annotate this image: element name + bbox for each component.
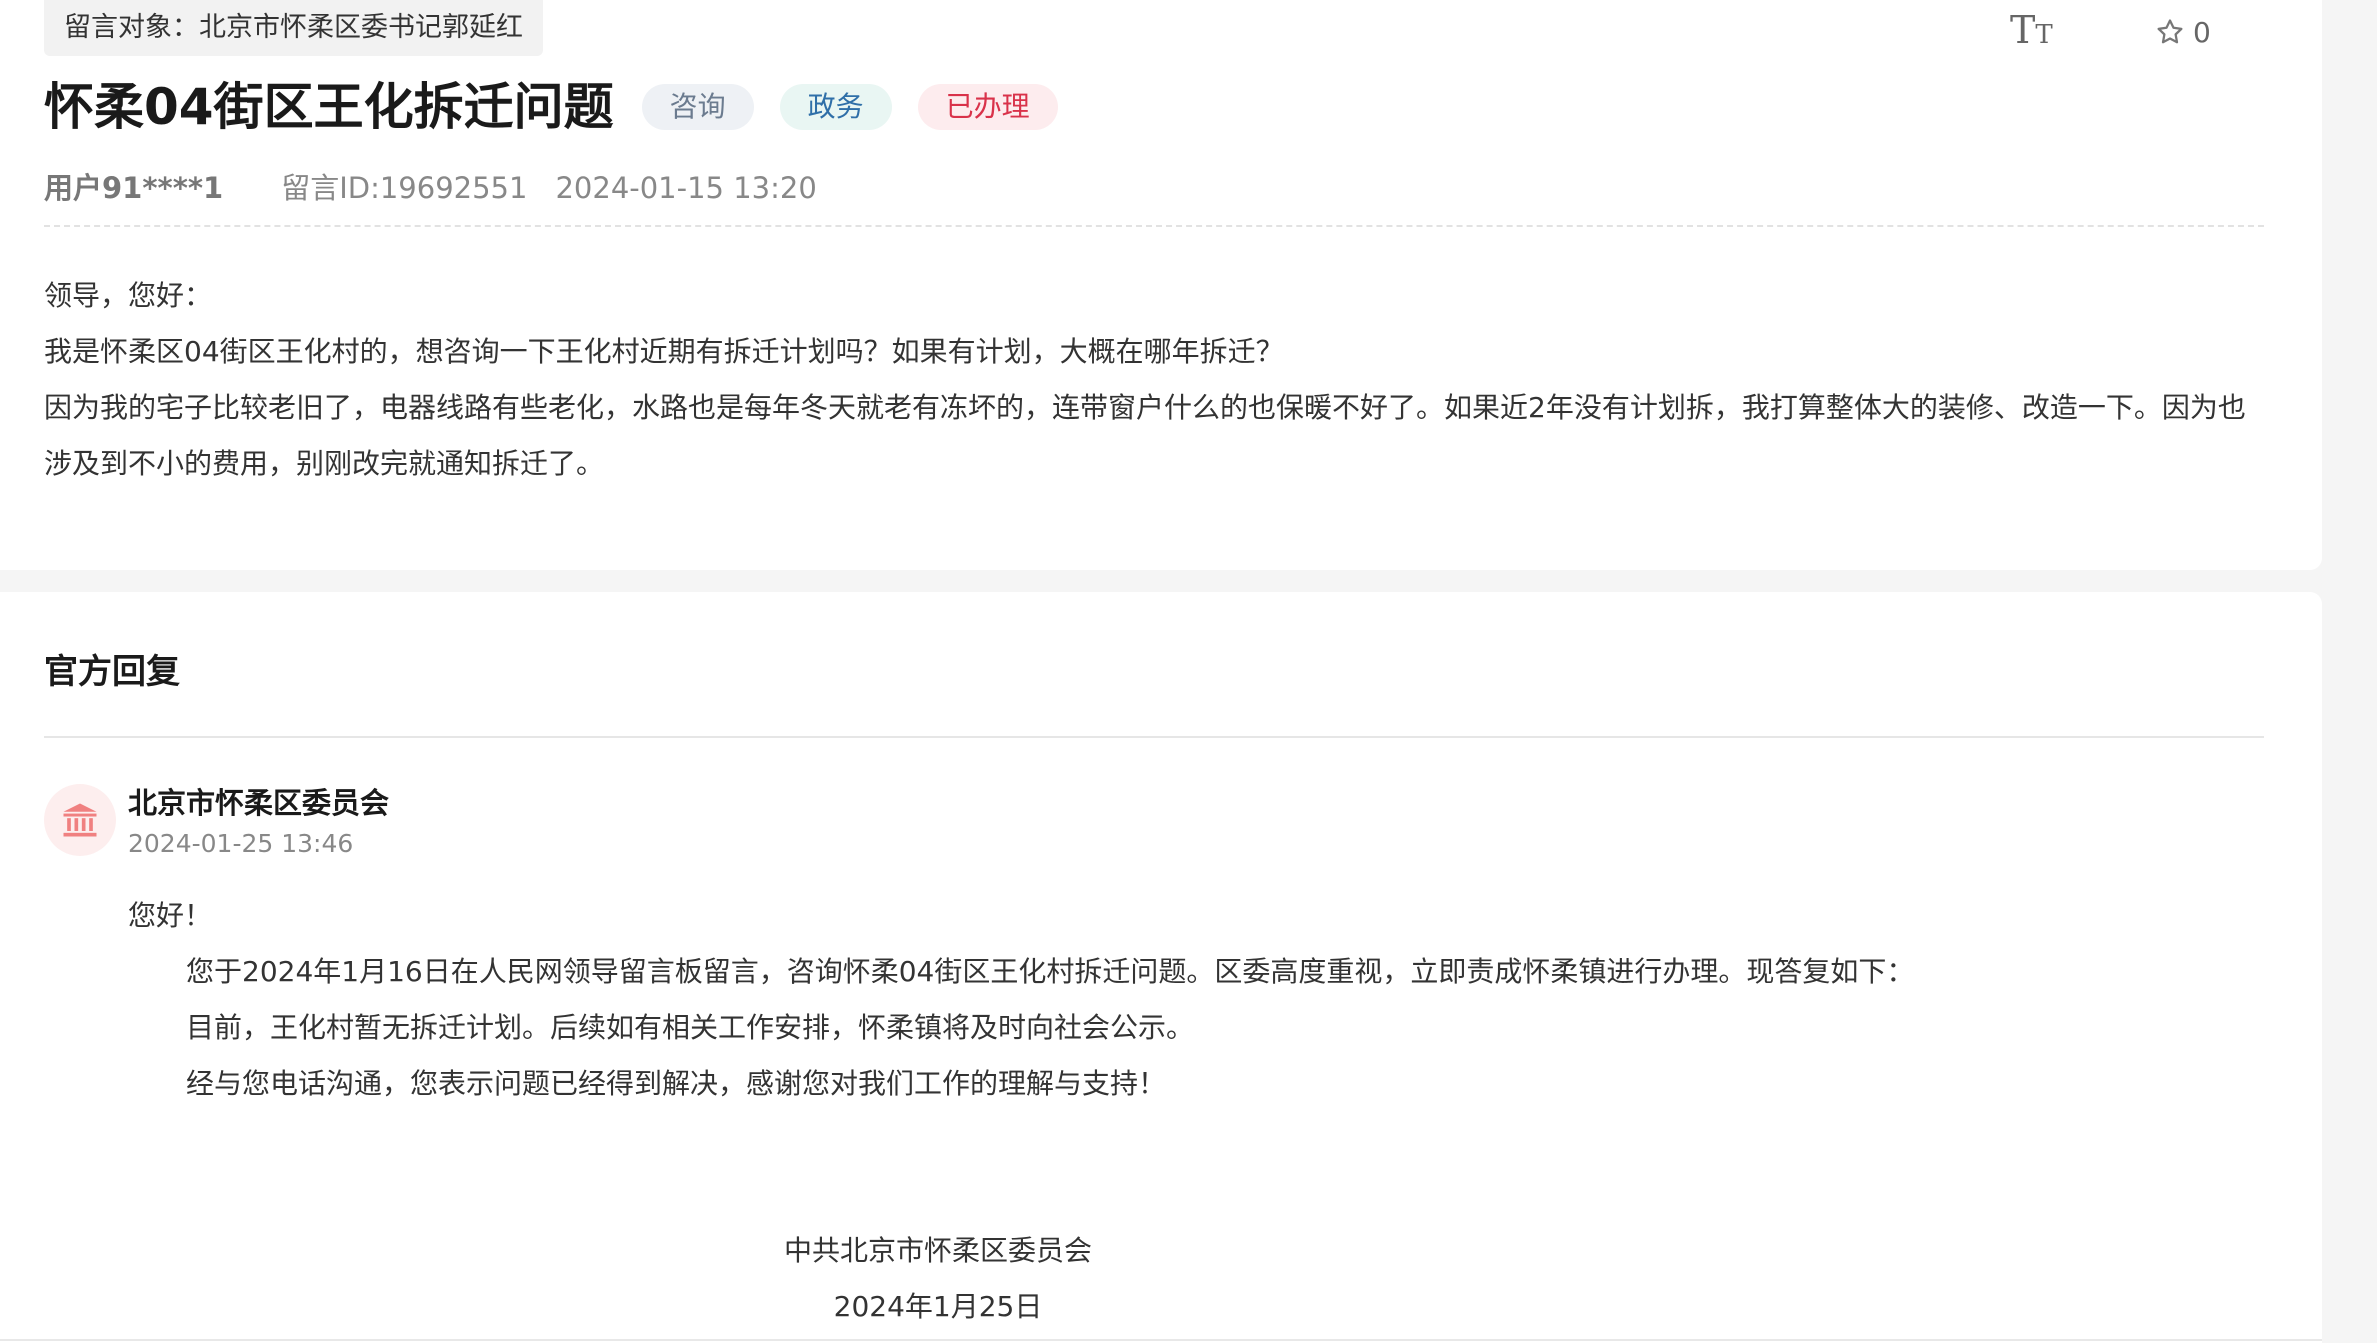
message-card: 留言对象：北京市怀柔区委书记郭延红 TT 0 怀柔04街区王化拆迁问题 咨询 政… (0, 0, 2322, 570)
tag-government-affairs[interactable]: 政务 (779, 84, 892, 130)
reply-signature-date: 2024年1月25日 (833, 1290, 1043, 1323)
message-meta: 用户91****1 留言ID:19692551 2024-01-15 13:20 (44, 168, 817, 208)
reply-greeting: 您好！ (128, 899, 213, 932)
reply-paragraph: 目前，王化村暂无拆迁计划。后续如有相关工作安排，怀柔镇将及时向社会公示。 (186, 1011, 1195, 1044)
avatar (44, 784, 116, 856)
message-id: 留言ID:19692551 (281, 171, 528, 205)
reply-signature-org: 中共北京市怀柔区委员会 (783, 1234, 1092, 1267)
reply-paragraph: 经与您电话沟通，您表示问题已经得到解决，感谢您对我们工作的理解与支持！ (186, 1067, 1167, 1100)
favorite-count: 0 (2193, 15, 2211, 49)
page-title: 怀柔04街区王化拆迁问题 (44, 78, 614, 136)
message-body: 领导，您好： 我是怀柔区04街区王化村的，想咨询一下王化村近期有拆迁计划吗？如果… (44, 268, 2266, 492)
tag-consult[interactable]: 咨询 (641, 84, 754, 130)
official-reply-card: 官方回复 北京市怀柔区委员会 2024-01-25 13:46 您好！ 您于20… (0, 592, 2322, 1343)
divider (0, 1339, 2322, 1341)
message-time: 2024-01-15 13:20 (555, 171, 817, 205)
status-badge: 已办理 (917, 84, 1058, 130)
message-user: 用户91****1 (44, 171, 224, 205)
reply-paragraph: 您于2024年1月16日在人民网领导留言板留言，咨询怀柔04街区王化村拆迁问题。… (186, 955, 1915, 988)
message-paragraph: 领导，您好： (44, 279, 213, 312)
font-size-icon[interactable]: TT (2010, 10, 2053, 50)
message-target: 留言对象：北京市怀柔区委书记郭延红 (44, 0, 543, 56)
reply-time: 2024-01-25 13:46 (128, 829, 354, 858)
reply-body: 您好！ 您于2024年1月16日在人民网领导留言板留言，咨询怀柔04街区王化村拆… (128, 888, 2228, 1112)
message-paragraph: 我是怀柔区04街区王化村的，想咨询一下王化村近期有拆迁计划吗？如果有计划，大概在… (44, 335, 1284, 368)
government-building-icon (63, 803, 97, 837)
favorite-button[interactable]: 0 (2155, 12, 2211, 52)
message-paragraph: 因为我的宅子比较老旧了，电器线路有些老化，水路也是每年冬天就老有冻坏的，连带窗户… (44, 391, 2246, 480)
star-outline-icon (2155, 17, 2185, 47)
divider (44, 225, 2264, 227)
title-row: 怀柔04街区王化拆迁问题 咨询 政务 已办理 (44, 74, 1084, 140)
reply-org-name: 北京市怀柔区委员会 (128, 786, 390, 820)
reply-heading: 官方回复 (44, 652, 180, 692)
divider (44, 736, 2264, 738)
